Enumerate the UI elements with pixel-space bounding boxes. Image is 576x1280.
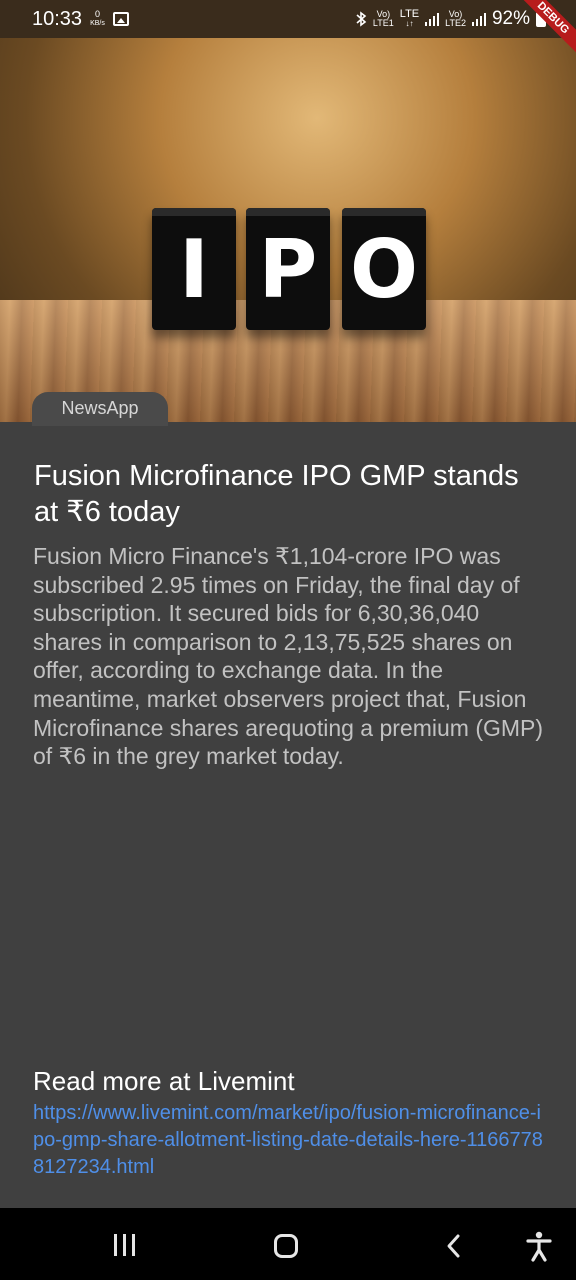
article-body: Fusion Micro Finance's ₹1,104-crore IPO … (33, 543, 544, 770)
article-card: Fusion Microfinance IPO GMP stands at ₹6… (0, 422, 576, 1208)
status-time: 10:33 (32, 7, 83, 30)
hero-cube-1: I (152, 208, 236, 330)
battery-percent: 92% (491, 8, 530, 29)
article-headline: Fusion Microfinance IPO GMP stands at ₹6… (34, 460, 519, 528)
bluetooth-icon (356, 11, 367, 27)
article-source-link[interactable]: https://www.livemint.com/market/ipo/fusi… (33, 1100, 543, 1181)
back-icon[interactable] (440, 1232, 468, 1260)
recents-icon[interactable] (114, 1234, 135, 1256)
lte-indicator: LTE ↓↑ (399, 8, 420, 29)
data-speed-indicator: 0 KB/s (90, 9, 105, 28)
accessibility-icon[interactable] (524, 1230, 554, 1262)
source-chip: NewsApp (32, 392, 168, 426)
read-more-label: Read more at Livemint (33, 1066, 295, 1096)
sim2-volte-indicator: Vo) LTE2 (445, 9, 466, 28)
gallery-notification-icon (112, 12, 129, 26)
status-bar: 10:33 0 KB/s Vo) LTE1 LTE ↓↑ Vo) LTE2 92% (0, 0, 576, 38)
home-icon[interactable] (274, 1234, 298, 1258)
hero-cube-2: P (246, 208, 330, 330)
status-right-group: Vo) LTE1 LTE ↓↑ Vo) LTE2 92% (355, 8, 546, 30)
sim2-signal-icon (471, 12, 486, 26)
sim1-volte-indicator: Vo) LTE1 (372, 9, 394, 28)
sim1-signal-icon (425, 12, 440, 26)
hero-cube-3: O (342, 208, 426, 330)
system-navigation-bar (0, 1208, 576, 1280)
article-hero-image: I P O (0, 0, 576, 422)
